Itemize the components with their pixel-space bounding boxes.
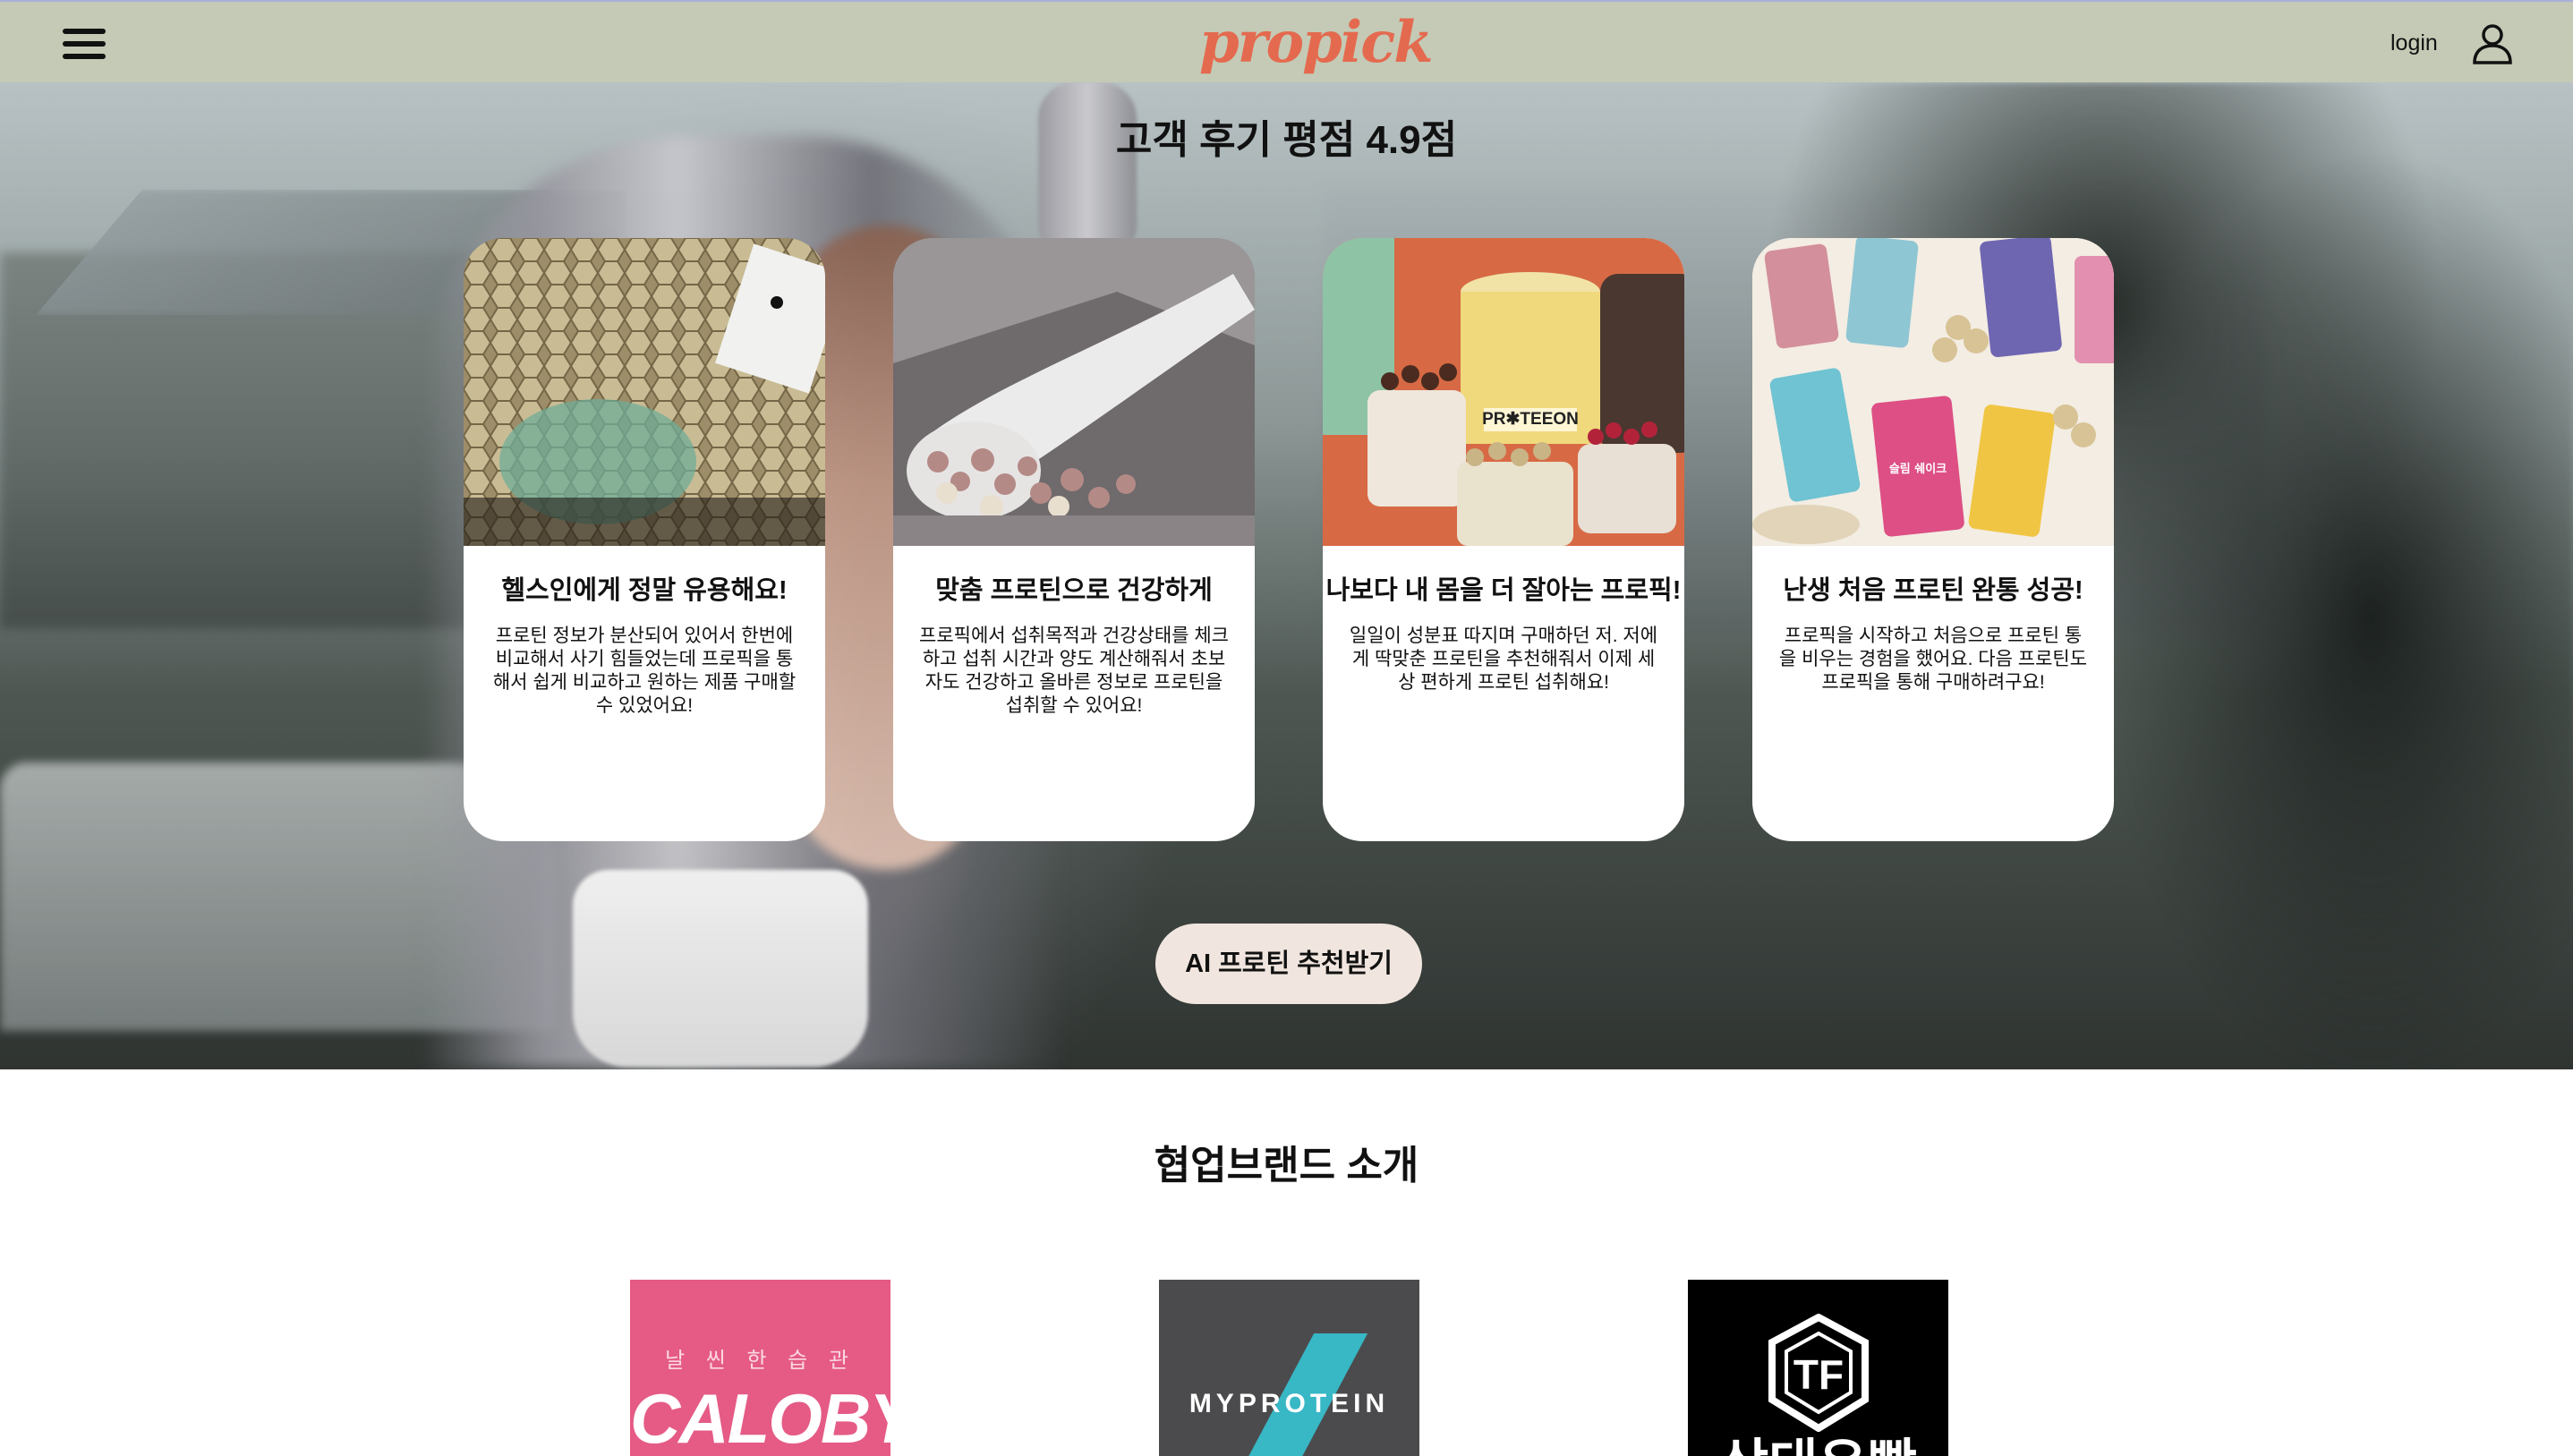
review-card-image: 슬림 쉐이크 xyxy=(1752,238,2114,546)
review-card-text: 일일이 성분표 따지며 구매하던 저. 저에게 딱맞춘 프로틴을 추천해줘서 이… xyxy=(1349,626,1658,693)
menu-line xyxy=(63,29,106,34)
brand-logo-calobye[interactable]: 날 씬 한 습 관 CALOBYE xyxy=(630,1280,890,1456)
review-card-image xyxy=(464,238,825,546)
brand-logo-tf[interactable]: TF 상대우빡 xyxy=(1688,1280,1948,1456)
top-navbar: propick login xyxy=(0,0,2573,82)
review-card[interactable]: PR✱TEEON 나보다 내 몸을 더 잘아는 프로픽! 일일이 성분표 따지며… xyxy=(1323,238,1684,841)
review-card-image: PR✱TEEON xyxy=(1323,238,1684,546)
brand-logo[interactable]: propick xyxy=(1199,9,1434,76)
brand-logo-myprotein[interactable]: MYPROTEIN xyxy=(1159,1280,1419,1456)
tf-mark-text: TF xyxy=(1793,1351,1844,1398)
login-link[interactable]: login xyxy=(2390,30,2438,56)
review-card-title: 맞춤 프로틴으로 건강하게 xyxy=(935,576,1213,605)
woman-top xyxy=(573,870,868,1067)
review-card-title: 난생 처음 프로틴 완통 성공! xyxy=(1783,576,2083,605)
tf-shield-icon: TF xyxy=(1768,1314,1869,1432)
brand-tagline: 날 씬 한 습 관 xyxy=(665,1348,856,1373)
brand-name: MYPROTEIN xyxy=(1189,1389,1390,1418)
review-card-title: 나보다 내 몸을 더 잘아는 프로픽! xyxy=(1325,576,1682,605)
user-icon[interactable] xyxy=(2470,21,2515,66)
review-card[interactable]: 맞춤 프로틴으로 건강하게 프로픽에서 섭취목적과 건강상태를 체크하고 섭취 … xyxy=(893,238,1255,841)
menu-line xyxy=(63,54,106,59)
review-card-image xyxy=(893,238,1255,546)
product-label-text: 슬림 쉐이크 xyxy=(1889,462,1947,476)
product-label-text: PR✱TEEON xyxy=(1482,410,1579,429)
partner-brands-heading: 협업브랜드 소개 xyxy=(1154,1144,1419,1188)
review-card-title: 헬스인에게 정말 유용해요! xyxy=(501,576,788,605)
review-card-text: 프로픽에서 섭취목적과 건강상태를 체크하고 섭취 시간과 양도 계산해줘서 초… xyxy=(919,626,1229,716)
brand-name: 상대우빡 xyxy=(1688,1421,1948,1456)
review-card[interactable]: 슬림 쉐이크 난생 처음 프로틴 완통 성공! 프로픽을 시작하고 처음으로 프… xyxy=(1752,238,2114,841)
reviews-hero: 고객 후기 평점 4.9점 헬스인에게 정말 유용해요! 프로틴 정보가 분산되… xyxy=(0,82,2573,1069)
reviews-heading: 고객 후기 평점 4.9점 xyxy=(1115,118,1458,162)
review-card[interactable]: 헬스인에게 정말 유용해요! 프로틴 정보가 분산되어 있어서 한번에 비교해서… xyxy=(464,238,825,841)
brand-name: CALOBYE xyxy=(630,1379,890,1456)
menu-line xyxy=(63,41,106,47)
hamburger-menu-icon[interactable] xyxy=(63,29,109,61)
review-card-text: 프로픽을 시작하고 처음으로 프로틴 통을 비우는 경험을 했어요. 다음 프로… xyxy=(1778,626,2088,693)
ai-recommend-button[interactable]: AI 프로틴 추천받기 xyxy=(1155,924,1422,1004)
review-card-text: 프로틴 정보가 분산되어 있어서 한번에 비교해서 사기 힘들었는데 프로픽을 … xyxy=(492,626,797,716)
